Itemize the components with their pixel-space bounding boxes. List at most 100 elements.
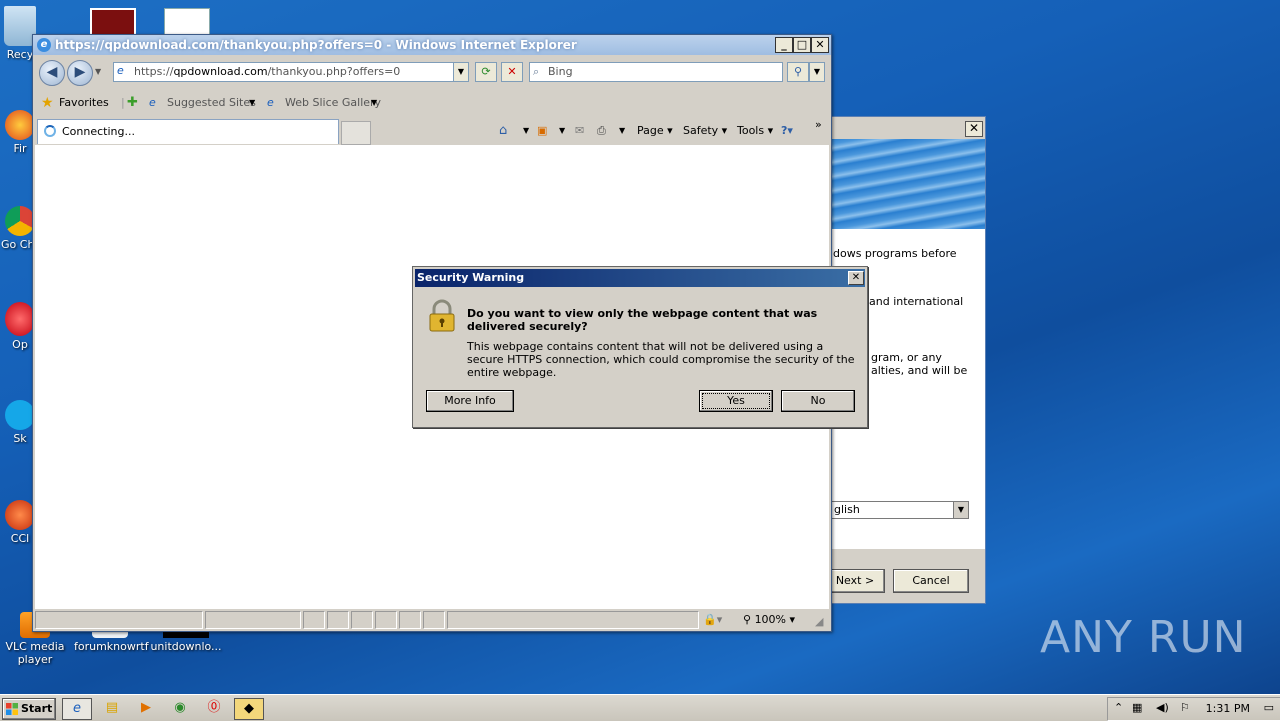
ie-title-bar[interactable]: e https://qpdownload.com/thankyou.php?of… [33,35,831,55]
add-favorite-icon[interactable]: ✚ [127,91,138,115]
padlock-icon [429,299,455,332]
print-icon[interactable]: ⎙ [597,123,606,139]
wizard-cancel-button[interactable]: Cancel [893,569,969,593]
desktop-icon-label: CCl [10,532,30,545]
word-doc-icon[interactable] [164,8,210,36]
taskbar: Start e ▤ ▶ ◉ ⓪ ◆ ⌃ ▦ ◀) ⚐ 1:31 PM ▭ [0,694,1280,721]
tab-label: Connecting... [62,125,135,138]
window-title: https://qpdownload.com/thankyou.php?offe… [55,38,577,52]
wizard-close-button[interactable]: ✕ [965,121,983,137]
network-icon[interactable]: ▦ [1132,701,1142,714]
ie-page-icon: e [267,96,274,109]
new-tab-button[interactable] [341,121,371,145]
minimize-button[interactable]: _ [775,37,793,53]
forward-arrow-icon: ▶ [74,64,86,80]
divider: | [121,96,125,109]
no-button[interactable]: No [781,390,855,412]
system-tray: ⌃ ▦ ◀) ⚐ 1:31 PM ▭ [1107,697,1280,721]
tools-menu[interactable]: Tools ▾ [737,123,773,139]
status-cell [351,611,373,629]
address-url: https://qpdownload.com/thankyou.php?offe… [134,65,401,78]
close-button[interactable]: ✕ [811,37,829,53]
web-slice-gallery-link[interactable]: Web Slice Gallery [285,91,381,115]
yes-button[interactable]: Yes [699,390,773,412]
page-menu[interactable]: Page ▾ [637,123,673,139]
more-info-button[interactable]: More Info [426,390,514,412]
search-box[interactable]: ⌕ Bing [529,62,783,82]
wizard-text-line: alties, and will be [871,364,968,377]
wizard-banner [827,139,985,229]
start-button[interactable]: Start [2,698,56,720]
language-select[interactable]: glish ▼ [831,501,969,519]
search-placeholder: Bing [548,65,573,78]
taskbar-ie-icon[interactable]: e [62,698,92,720]
desktop-icon-label: Op [12,338,28,351]
ie-logo-icon: e [37,38,51,52]
favorites-star-icon: ★ [41,95,54,111]
search-options-dropdown[interactable]: ▼ [809,62,825,82]
volume-icon[interactable]: ◀) [1156,701,1169,714]
wizard-next-button[interactable]: Next > [825,569,885,593]
forward-button[interactable]: ▶ [67,60,93,86]
status-cell [423,611,445,629]
anyrun-watermark: ANY RUN [1040,612,1247,663]
read-mail-icon[interactable]: ✉ [575,123,584,139]
wizard-text-line: dows programs before [833,247,957,260]
status-cell [303,611,325,629]
status-cell [327,611,349,629]
chevron-down-icon[interactable]: ▼ [559,123,565,139]
back-button[interactable]: ◀ [39,60,65,86]
address-dropdown-button[interactable]: ▼ [453,62,469,82]
windows-flag-icon [6,703,18,715]
back-arrow-icon: ◀ [46,64,58,80]
navigation-bar: ◀ ▶ ▼ e https://qpdownload.com/thankyou.… [33,55,831,89]
maximize-button[interactable]: □ [793,37,811,53]
chevron-down-icon[interactable]: ▼ [371,91,377,115]
taskbar-explorer-icon[interactable]: ▤ [98,698,126,718]
clock[interactable]: 1:31 PM [1206,698,1250,720]
wizard-text-line: gram, or any [871,351,942,364]
favorites-bar: ★ Favorites | ✚ e Suggested Sites ▼ e We… [33,91,831,115]
address-bar[interactable]: e https://qpdownload.com/thankyou.php?of… [113,62,469,82]
tab-connecting[interactable]: Connecting... [37,119,339,144]
status-bar: 🔒▾ ⚲ 100% ▾ ◢ [35,611,829,629]
wizard-text-line: and international [869,295,964,308]
help-icon[interactable]: ?▾ [781,123,793,139]
safety-menu[interactable]: Safety ▾ [683,123,727,139]
taskbar-opera-icon[interactable]: ⓪ [200,698,228,718]
more-commands-icon[interactable]: » [815,117,822,133]
ie-page-icon: e [117,64,124,77]
dialog-title: Security Warning [415,269,865,287]
resize-grip-icon[interactable]: ◢ [815,613,823,631]
chrome-icon [5,206,35,236]
home-icon[interactable]: ⌂ [499,123,507,139]
taskbar-installer-icon[interactable]: ◆ [234,698,264,720]
chevron-down-icon[interactable]: ▼ [953,502,968,518]
chevron-down-icon[interactable]: ▼ [619,123,625,139]
status-cell [375,611,397,629]
progress-cell [205,611,301,629]
dialog-question: Do you want to view only the webpage con… [467,307,818,333]
favorites-button[interactable]: Favorites [59,91,109,115]
dialog-close-button[interactable]: ✕ [848,271,864,285]
chevron-down-icon[interactable]: ▼ [249,91,255,115]
search-button[interactable]: ⚲ [787,62,809,82]
stop-button[interactable]: ✕ [501,62,523,82]
desktop-icon-label: VLC media player [5,640,65,666]
desktop-icon-label: Sk [13,432,27,445]
security-warning-dialog: Security Warning ✕ Do you want to view o… [412,266,868,428]
firefox-icon [5,110,35,140]
suggested-sites-link[interactable]: Suggested Sites [167,91,256,115]
zoom-control[interactable]: ⚲ 100% ▾ [743,611,795,629]
history-dropdown-icon[interactable]: ▼ [95,67,101,76]
tray-expand-icon[interactable]: ⌃ [1114,701,1123,714]
chevron-down-icon[interactable]: ▼ [523,123,529,139]
protected-mode-icon[interactable]: 🔒▾ [703,611,722,629]
action-center-flag-icon[interactable]: ⚐ [1180,701,1190,714]
taskbar-chrome-icon[interactable]: ◉ [166,698,194,718]
refresh-button[interactable]: ⟳ [475,62,497,82]
taskbar-media-player-icon[interactable]: ▶ [132,698,160,718]
rss-feed-icon[interactable]: ▣ [537,123,547,139]
show-desktop-icon[interactable]: ▭ [1264,701,1274,714]
skype-icon [5,400,35,430]
